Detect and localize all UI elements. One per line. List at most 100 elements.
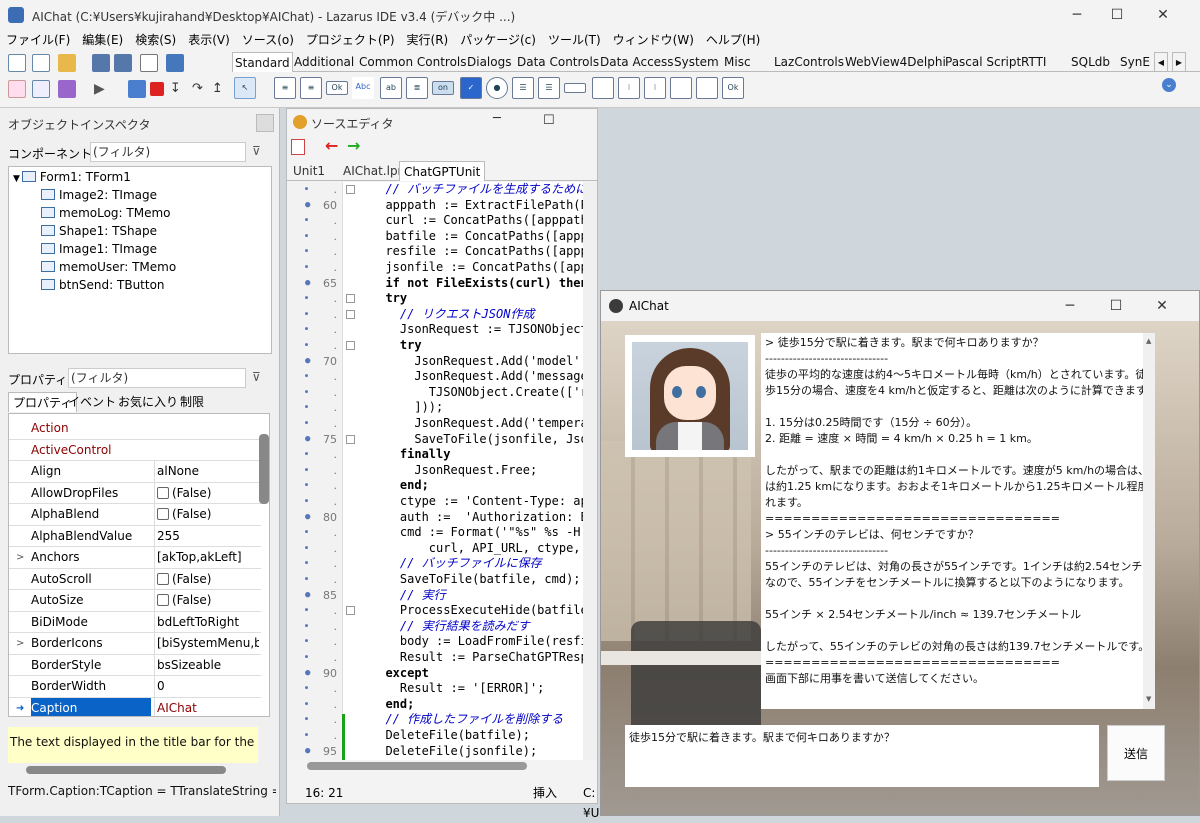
editor-tab-unit1[interactable]: Unit1 [289,161,329,181]
filter-clear-icon[interactable]: ⊽ [252,144,261,158]
tree-expand-icon[interactable]: ▼ [13,174,20,184]
breakpoint-dot-icon[interactable]: ● [305,432,310,448]
view-forms-icon[interactable] [32,80,50,98]
code-editor[interactable]: ●. // バッチファイルを生成するために一時ファイルのパスを決める●60 ap… [287,182,597,760]
fold-toggle-icon[interactable] [346,606,355,616]
tbutton-icon[interactable]: Ok [326,81,348,95]
tframe-icon[interactable] [696,77,718,99]
fold-toggle-icon[interactable] [346,294,355,304]
palette-tab-dialogs[interactable]: Dialogs [465,52,513,72]
menu-file[interactable]: ファイル(F) [0,30,76,50]
menu-tools[interactable]: ツール(T) [542,30,607,50]
breakpoint-dot-icon[interactable]: ● [305,291,308,307]
tradiogroup-icon[interactable]: ⁝ [618,77,640,99]
menu-source[interactable]: ソース(o) [236,30,300,50]
tgroupbox-icon[interactable] [592,77,614,99]
tactionlist-icon[interactable]: Ok [722,77,744,99]
breakpoint-dot-icon[interactable]: ● [305,603,308,619]
breakpoint-dot-icon[interactable]: ● [305,588,310,604]
prop-row-anchors[interactable]: > Anchors [akTop,akLeft] [9,547,261,569]
tmemo-icon[interactable]: ≣ [406,77,428,99]
prop-row-borderwidth[interactable]: BorderWidth 0 [9,676,261,698]
step-out-icon[interactable]: ↥ [212,80,230,98]
aichat-minimize-button[interactable]: ─ [1047,291,1093,321]
breakpoint-dot-icon[interactable]: ● [305,619,308,635]
tcombobox-icon[interactable]: ☰ [538,77,560,99]
prop-row-bordericons[interactable]: >BorderIcons[biSystemMenu,biM [9,633,261,655]
close-button[interactable]: ✕ [1140,0,1186,30]
prop-row-caption[interactable]: ➜ Caption AIChat [9,697,261,716]
palette-tab-additional[interactable]: Additional [292,52,356,72]
palette-tab-data-access[interactable]: Data Access [598,52,676,72]
tscrollbar-icon[interactable] [564,83,586,93]
breakpoint-dot-icon[interactable]: ● [305,213,308,229]
tlistbox-icon[interactable]: ☰ [512,77,534,99]
prop-row-borderstyle[interactable]: BorderStyle bsSizeable [9,654,261,676]
prop-row-autosize[interactable]: AutoSize (False) [9,590,261,612]
send-button[interactable]: 送信 [1107,725,1165,781]
tcheckgroup-icon[interactable]: ⁝ [644,77,666,99]
run-icon[interactable]: ▶ [94,80,112,98]
jump-back-icon[interactable]: ← [325,136,338,155]
menu-help[interactable]: ヘルプ(H) [700,30,766,50]
save-all-icon[interactable] [114,54,132,72]
new-unit-icon[interactable] [8,54,26,72]
breakpoint-dot-icon[interactable]: ● [305,463,308,479]
scroll-up-icon[interactable]: ▲ [1146,337,1151,345]
view-units-icon[interactable] [8,80,26,98]
editor-maximize-button[interactable]: ☐ [543,113,555,128]
breakpoint-dot-icon[interactable]: ● [305,260,308,276]
save-icon[interactable] [92,54,110,72]
breakpoint-dot-icon[interactable]: ● [305,510,310,526]
new-form-icon[interactable] [32,54,50,72]
breakpoint-dot-icon[interactable]: ● [305,744,310,760]
tab-events[interactable]: イベント [64,392,120,412]
menu-run[interactable]: 実行(R) [401,30,455,50]
checkbox-icon[interactable] [157,486,169,499]
chat-log-memo[interactable]: > 徒歩15分で駅に着きます。駅まで何キロありますか？ -------------… [761,333,1155,709]
breakpoint-dot-icon[interactable]: ● [305,244,308,260]
fold-toggle-icon[interactable] [346,341,355,350]
fold-toggle-icon[interactable] [346,309,355,319]
prop-row-alphablendvalue[interactable]: AlphaBlendValue 255 [9,525,261,547]
breakpoint-dot-icon[interactable]: ● [305,541,308,557]
aichat-maximize-button[interactable]: ☐ [1093,291,1139,321]
breakpoint-dot-icon[interactable]: ● [305,229,308,245]
palette-tab-common-controls[interactable]: Common Controls [357,52,469,72]
palette-scroll-right-icon[interactable]: ▶ [1172,52,1186,72]
menu-view[interactable]: 表示(V) [182,30,236,50]
tree-item-memolog[interactable]: memoLog: TMemo [41,204,171,222]
breakpoint-dot-icon[interactable]: ● [305,650,308,666]
expand-arrow-icon[interactable]: > [16,547,24,568]
step-over-icon[interactable]: ↷ [192,80,210,98]
filter-clear-icon[interactable]: ⊽ [252,370,261,384]
breakpoint-dot-icon[interactable]: ● [305,494,308,510]
breakpoint-dot-icon[interactable]: ● [305,182,308,198]
prop-row-action[interactable]: Action [9,418,261,440]
breakpoint-dot-icon[interactable]: ● [305,728,308,744]
palette-tab-rtti[interactable]: RTTI [1019,52,1048,72]
fold-toggle-icon[interactable] [346,185,355,194]
prop-row-alphablend[interactable]: AlphaBlend (False) [9,504,261,526]
tree-item-memouser[interactable]: memoUser: TMemo [41,258,176,276]
breakpoint-dot-icon[interactable]: ● [305,697,308,713]
pause-icon[interactable] [128,80,146,98]
breakpoint-dot-icon[interactable]: ● [305,556,308,572]
tmainmenu-icon[interactable]: ≡ [274,77,296,99]
view-icon[interactable] [166,54,184,72]
open-folder-icon[interactable] [58,54,76,72]
jump-forward-icon[interactable]: → [347,136,360,155]
tlabel-icon[interactable]: Abc [352,77,374,99]
palette-tab-lazcontrols[interactable]: LazControls [772,52,846,72]
editor-tab-aichat-lpr[interactable]: AIChat.lpr [339,161,407,181]
fold-toggle-icon[interactable] [346,434,355,444]
breakpoint-dot-icon[interactable]: ● [305,416,308,432]
checkbox-icon[interactable] [157,594,169,606]
breakpoint-dot-icon[interactable]: ● [305,572,308,588]
tpopupmenu-icon[interactable]: ≡ [300,77,322,99]
toggle-form-unit-icon[interactable] [140,54,158,72]
pointer-icon[interactable]: ↖ [234,77,256,99]
checkbox-icon[interactable] [157,572,169,585]
breakpoint-dot-icon[interactable]: ● [305,322,308,338]
property-filter-input[interactable]: (フィルタ) [68,368,246,388]
